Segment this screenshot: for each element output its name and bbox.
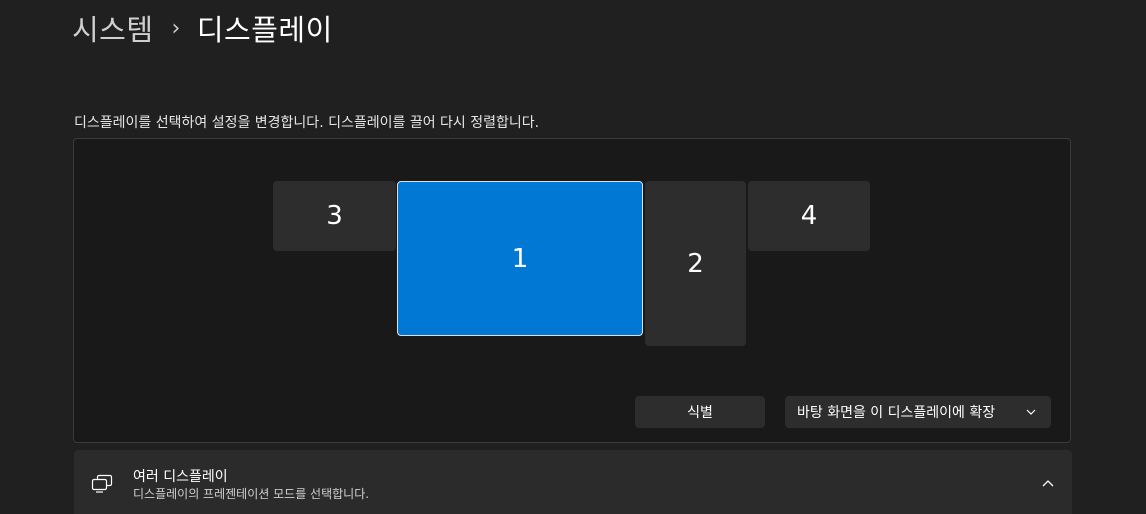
arrange-instructions: 디스플레이를 선택하여 설정을 변경합니다. 디스플레이를 끌어 다시 정렬합니… bbox=[74, 115, 540, 131]
multiple-monitors-icon bbox=[91, 474, 113, 493]
monitor-4[interactable]: 4 bbox=[748, 181, 870, 251]
monitor-1[interactable]: 1 bbox=[397, 181, 643, 336]
display-mode-value: 바탕 화면을 이 디스플레이에 확장 bbox=[797, 405, 996, 421]
monitor-2-label: 2 bbox=[687, 248, 704, 279]
monitor-3[interactable]: 3 bbox=[273, 181, 396, 251]
display-arrangement-panel: 3 1 2 4 식별 바탕 화면을 이 디스플레이에 확장 bbox=[73, 138, 1071, 443]
monitor-2[interactable]: 2 bbox=[645, 181, 746, 346]
breadcrumb-system-link[interactable]: 시스템 bbox=[72, 7, 154, 49]
breadcrumb: 시스템 › 디스플레이 bbox=[72, 6, 333, 50]
monitor-1-label: 1 bbox=[511, 243, 529, 274]
multiple-displays-subtitle: 디스플레이의 프레젠테이션 모드를 선택합니다. bbox=[133, 487, 370, 501]
display-settings-page: 시스템 › 디스플레이 디스플레이를 선택하여 설정을 변경합니다. 디스플레이… bbox=[0, 0, 1146, 514]
multiple-displays-section[interactable]: 여러 디스플레이 디스플레이의 프레젠테이션 모드를 선택합니다. bbox=[74, 450, 1072, 514]
breadcrumb-separator: › bbox=[171, 15, 181, 41]
display-mode-dropdown[interactable]: 바탕 화면을 이 디스플레이에 확장 bbox=[785, 396, 1051, 428]
monitor-3-label: 3 bbox=[326, 201, 343, 231]
monitor-4-label: 4 bbox=[800, 201, 818, 231]
chevron-up-icon[interactable] bbox=[1040, 476, 1056, 490]
multiple-displays-title: 여러 디스플레이 bbox=[133, 469, 228, 485]
chevron-down-icon bbox=[1026, 409, 1036, 415]
page-title: 디스플레이 bbox=[196, 13, 333, 47]
identify-button[interactable]: 식별 bbox=[635, 396, 765, 428]
